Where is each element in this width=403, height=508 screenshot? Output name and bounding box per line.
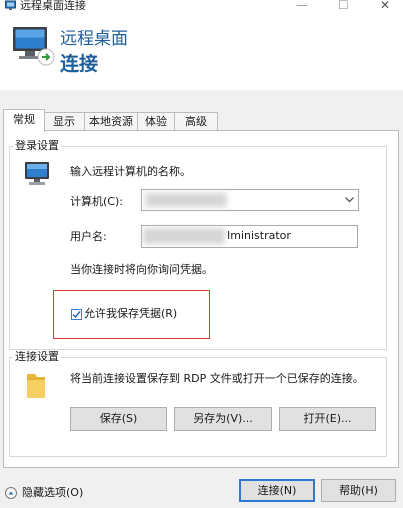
redacted-username-prefix [143,228,225,244]
tab-general[interactable]: 常规 [3,109,45,132]
maximize-button[interactable]: ☐ [338,0,349,12]
computer-icon [25,162,49,185]
tab-advanced[interactable]: 高级 [174,112,218,131]
connection-settings-title: 连接设置 [13,350,61,364]
folder-icon [27,374,45,398]
close-button[interactable]: ✕ [380,0,390,12]
hide-options-label[interactable]: 隐藏选项(O) [22,486,83,500]
chevron-up-icon [8,491,14,495]
save-as-button[interactable]: 另存为(V)... [174,407,272,431]
redacted-computer-name [145,193,227,207]
banner-subtitle: 连接 [60,53,99,75]
window-title: 远程桌面连接 [20,0,86,12]
save-button[interactable]: 保存(S) [70,407,167,431]
allow-save-credentials-checkbox[interactable] [71,309,82,320]
tab-experience[interactable]: 体验 [137,112,175,131]
chevron-down-icon[interactable] [345,197,354,203]
tab-local-resources[interactable]: 本地资源 [84,112,138,131]
open-button[interactable]: 打开(E)... [279,407,376,431]
username-label: 用户名: [70,230,107,243]
remote-computer-icon [13,27,55,66]
banner-title: 远程桌面 [60,29,128,49]
credentials-hint: 当你连接时将向你询问凭据。 [70,263,213,276]
computer-prompt: 输入远程计算机的名称。 [70,165,191,178]
checkmark-icon [72,311,81,319]
tab-display[interactable]: 显示 [43,112,85,131]
login-settings-title: 登录设置 [13,139,61,153]
hide-options-toggle[interactable] [5,487,17,499]
computer-label: 计算机(C): [70,195,123,208]
remote-desktop-icon [5,0,16,10]
minimize-button[interactable]: — [296,0,308,12]
help-button[interactable]: 帮助(H) [321,479,396,502]
connect-button[interactable]: 连接(N) [239,479,315,502]
connection-description: 将当前连接设置保存到 RDP 文件或打开一个已保存的连接。 [70,372,364,385]
